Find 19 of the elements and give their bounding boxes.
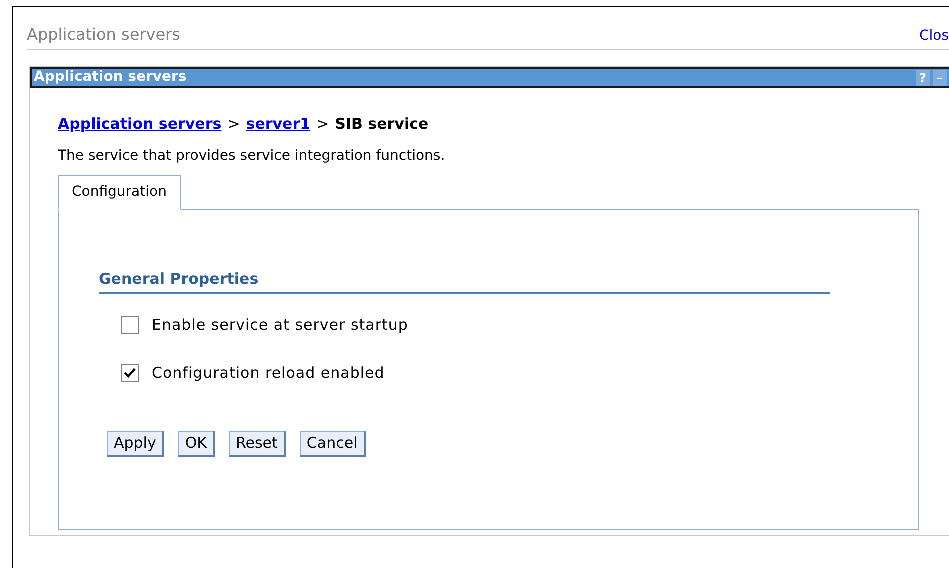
checkbox[interactable] — [121, 364, 139, 382]
tab[interactable]: Configuration — [58, 174, 181, 210]
breadcrumb-link[interactable]: server1 — [246, 113, 311, 136]
checkbox-label: Configuration reload enabled — [152, 363, 385, 384]
page-title: Application servers — [27, 24, 180, 46]
action-button[interactable]: Apply — [107, 430, 164, 456]
section-heading: General Properties — [99, 266, 830, 294]
close-link[interactable]: Clos — [919, 26, 949, 47]
checkbox-label: Enable service at server startup — [152, 314, 408, 336]
breadcrumb-separator: > — [316, 114, 330, 135]
action-button[interactable]: OK — [178, 430, 216, 456]
breadcrumb-separator: > — [228, 114, 240, 135]
panel-title: Application servers — [34, 68, 187, 87]
breadcrumb-link[interactable]: Application servers — [58, 113, 222, 136]
action-button[interactable]: Cancel — [300, 430, 366, 456]
action-button[interactable]: Reset — [229, 430, 286, 456]
breadcrumb-current: SIB service — [335, 114, 429, 135]
description: The service that provides service integration functions. — [58, 146, 446, 166]
checkbox[interactable] — [121, 316, 139, 334]
